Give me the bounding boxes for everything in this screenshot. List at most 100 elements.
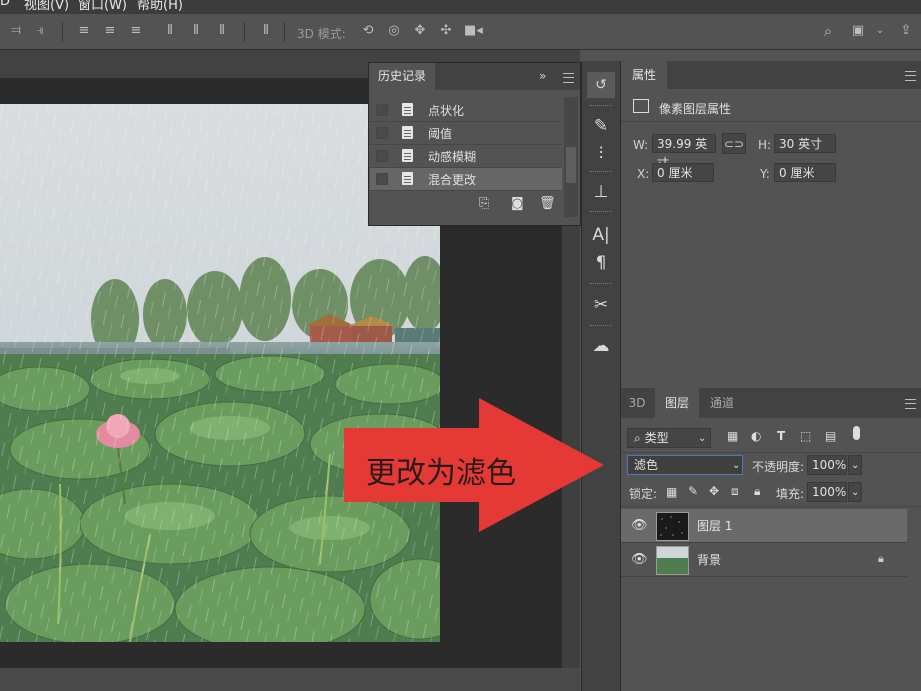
3d-roll-icon[interactable]: ◎ <box>386 24 402 38</box>
history-snapshot-checkbox[interactable] <box>376 104 388 116</box>
brush-icon[interactable]: ✎ <box>587 113 615 139</box>
panel-menu-icon[interactable] <box>905 399 916 409</box>
3d-scale-icon[interactable]: ■◂ <box>464 24 483 38</box>
separator <box>244 22 245 42</box>
adjustments-icon[interactable]: ⫶ <box>587 141 615 167</box>
distribute-right-icon[interactable]: ⦀ <box>214 24 230 38</box>
history-item-label: 点状化 <box>428 104 465 118</box>
distribute-hcenter-icon[interactable]: ⦀ <box>188 24 204 38</box>
tab-layers[interactable]: 图层 <box>655 388 699 418</box>
align-left-icon[interactable]: ⫤ <box>8 24 24 38</box>
filter-shape-icon[interactable]: ⬚ <box>800 429 811 443</box>
history-scrollbar[interactable] <box>564 97 578 217</box>
eye-icon[interactable]: 👁︎ <box>631 519 648 533</box>
3d-slide-icon[interactable]: ✣ <box>438 24 454 38</box>
panel-menu-icon[interactable] <box>905 71 916 81</box>
history-snapshot-checkbox[interactable] <box>376 173 388 185</box>
3d-orbit-icon[interactable]: ⟲ <box>360 24 376 38</box>
y-field[interactable]: 0 厘米 <box>774 163 836 182</box>
character-panel-icon[interactable]: A| <box>587 222 615 248</box>
history-panel-icon[interactable]: ↺ <box>587 72 615 98</box>
panel-menu-icon[interactable] <box>563 73 574 83</box>
layer-row[interactable]: 👁︎ 背景 🔒︎ <box>621 543 907 577</box>
camera-icon[interactable]: ◙ <box>511 196 524 211</box>
lock-icon[interactable]: 🔒︎ <box>878 552 884 566</box>
x-label: X: <box>637 167 650 181</box>
height-label: H: <box>758 138 772 152</box>
distribute-vcenter-icon[interactable]: ≡ <box>102 24 118 38</box>
filter-smart-object-icon[interactable]: ▤ <box>825 429 836 443</box>
scroll-thumb[interactable] <box>566 147 576 183</box>
lock-transparent-icon[interactable]: ▦ <box>666 485 677 499</box>
lock-all-icon[interactable]: 🔒︎ <box>754 484 760 499</box>
filter-toggle-switch[interactable] <box>853 426 860 440</box>
layer-name[interactable]: 图层 1 <box>697 517 732 534</box>
fill-field[interactable]: 100% <box>807 482 847 502</box>
history-item[interactable]: 动感模糊 <box>370 145 562 168</box>
height-field[interactable]: 30 英寸 <box>774 134 836 153</box>
distribute-left-icon[interactable]: ⦀ <box>162 24 178 38</box>
3d-pan-icon[interactable]: ✥ <box>412 24 428 38</box>
strip-divider <box>590 105 612 108</box>
tab-properties[interactable]: 属性 <box>621 61 667 89</box>
history-item-label: 动感模糊 <box>428 150 477 164</box>
strip-divider <box>590 325 612 328</box>
tab-history[interactable]: 历史记录 <box>369 63 435 90</box>
lock-artboard-icon[interactable]: ⧈ <box>731 484 739 499</box>
new-document-from-state-icon[interactable]: ⎘ <box>479 196 489 211</box>
share-icon[interactable]: ⇪ <box>898 24 914 38</box>
tools-icon[interactable]: ✂ <box>587 292 615 318</box>
lock-paint-icon[interactable]: ✎ <box>688 484 698 498</box>
history-item-active[interactable]: 混合更改 <box>370 168 562 191</box>
fill-slider-toggle[interactable]: ⌄ <box>848 482 862 502</box>
fill-label: 填充: <box>776 487 805 501</box>
align-right-icon[interactable]: ⫣ <box>32 24 48 38</box>
layer-filter-select[interactable]: ⌕ 类型 ⌄ <box>627 428 711 448</box>
auto-align-icon[interactable]: ⫴ <box>258 24 274 38</box>
width-field[interactable]: 39.99 英寸 <box>652 134 716 170</box>
filter-type-icon[interactable]: T <box>777 429 785 443</box>
distribute-top-icon[interactable]: ≡ <box>76 24 92 38</box>
menu-item-window[interactable]: 窗口(W) <box>78 0 127 13</box>
filter-pixel-icon[interactable]: ▦ <box>727 429 738 443</box>
menu-item-help[interactable]: 帮助(H) <box>137 0 183 13</box>
opacity-field[interactable]: 100% <box>807 455 847 475</box>
clone-stamp-icon[interactable]: ⊥ <box>587 179 615 205</box>
lock-position-icon[interactable]: ✥ <box>709 484 719 498</box>
history-panel: 历史记录 » 点状化 阈值 动感模糊 混合更改 ⎘ ◙ 🗑 <box>368 62 581 226</box>
history-item[interactable]: 阈值 <box>370 122 562 145</box>
search-icon: ⌕ <box>634 431 641 445</box>
opacity-slider-toggle[interactable]: ⌄ <box>848 455 862 475</box>
creative-cloud-icon[interactable]: ☁ <box>587 333 615 359</box>
history-state-icon <box>402 103 413 116</box>
menu-item-partial[interactable]: D <box>0 0 10 9</box>
history-snapshot-checkbox[interactable] <box>376 127 388 139</box>
paragraph-panel-icon[interactable]: ¶ <box>587 250 615 276</box>
strip-divider <box>590 171 612 174</box>
filter-adjustment-icon[interactable]: ◐ <box>751 429 761 443</box>
blend-mode-select[interactable]: 滤色 ⌄ <box>627 455 743 475</box>
trash-icon[interactable]: 🗑 <box>539 196 556 211</box>
separator <box>62 22 63 42</box>
history-snapshot-checkbox[interactable] <box>376 150 388 162</box>
annotation-text: 更改为滤色 <box>366 456 516 491</box>
link-icon[interactable]: ⊂⊃ <box>722 133 746 154</box>
collapsed-panels-strip: ↺ ✎ ⫶ ⊥ A| ¶ ✂ ☁ <box>581 61 621 691</box>
properties-header: 属性 <box>621 61 921 89</box>
search-icon[interactable]: ⌕ <box>820 24 836 39</box>
lock-label: 锁定: <box>629 487 658 501</box>
menu-item-view[interactable]: 视图(V) <box>24 0 69 13</box>
x-field[interactable]: 0 厘米 <box>652 163 714 182</box>
eye-icon[interactable]: 👁︎ <box>631 553 648 567</box>
canvas-horizontal-scrollbar[interactable] <box>0 668 580 691</box>
layer-row-selected[interactable]: 👁︎ 图层 1 <box>621 509 907 543</box>
tab-channels[interactable]: 通道 <box>701 388 743 418</box>
layer-name[interactable]: 背景 <box>697 551 721 568</box>
layer-filter-label: 类型 <box>644 431 669 445</box>
history-item[interactable]: 点状化 <box>370 99 562 122</box>
collapse-icon[interactable]: » <box>539 69 546 83</box>
chevron-down-icon[interactable]: ⌄ <box>872 24 888 38</box>
workspace-icon[interactable]: ▣ <box>850 24 866 38</box>
distribute-bottom-icon[interactable]: ≡ <box>128 24 144 38</box>
tab-3d[interactable]: 3D <box>621 388 653 418</box>
